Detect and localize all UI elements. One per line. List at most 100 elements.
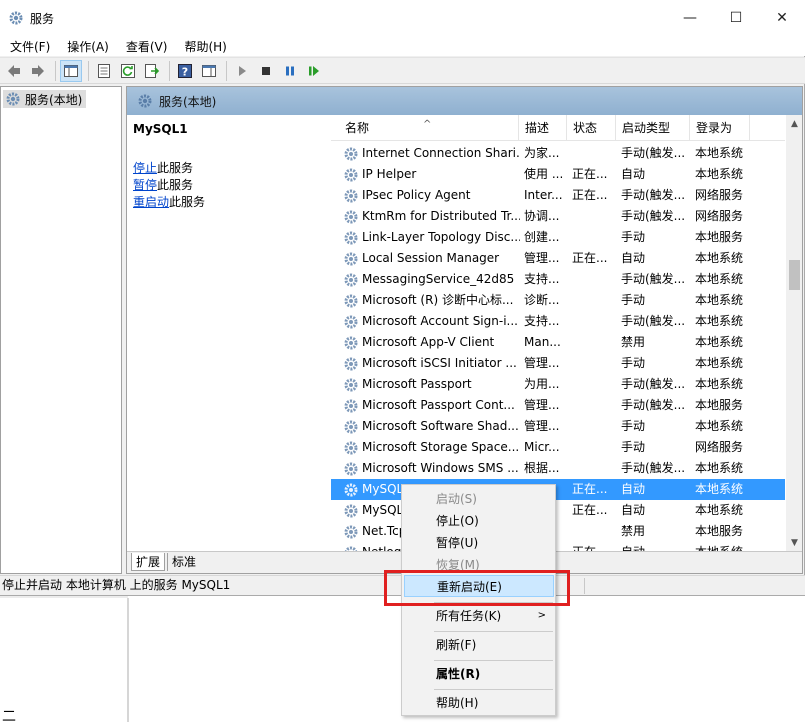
pause-service-link[interactable]: 暂停 <box>133 178 157 192</box>
menu-item-start[interactable]: 启动(S) <box>404 488 554 510</box>
export-list-button[interactable] <box>141 60 163 82</box>
properties-icon <box>98 63 110 78</box>
menu-file[interactable]: 文件(F) <box>0 38 57 55</box>
table-row[interactable]: Netlogon正在...自动本地系统 <box>331 542 785 551</box>
startup-type-cell: 自动 <box>621 482 646 496</box>
service-name-cell: IP Helper <box>362 167 417 181</box>
maximize-button[interactable]: ☐ <box>713 0 759 36</box>
menu-item-pause[interactable]: 暂停(U) <box>404 532 554 554</box>
table-row[interactable]: Net.Tcp 禁用 本地服务 <box>331 521 785 542</box>
menu-help[interactable]: 帮助(H) <box>174 38 233 55</box>
scroll-thumb[interactable] <box>789 260 800 290</box>
logon-cell: 本地系统 <box>695 335 744 349</box>
service-gear-icon <box>344 462 358 476</box>
scroll-down-icon[interactable]: ▼ <box>786 534 802 551</box>
status-cell <box>572 458 616 479</box>
tab-extended[interactable]: 扩展 <box>131 553 166 571</box>
description-cell: 根据... <box>524 461 560 475</box>
table-row[interactable]: IP Helper 使用 ... 正在... 自动 本地系统 <box>331 164 785 185</box>
scroll-up-icon[interactable]: ▲ <box>786 115 802 132</box>
services-pane-title: 服务(本地) <box>159 94 217 109</box>
column-header-logon-as[interactable]: 登录为 <box>690 115 750 141</box>
pause-service-suffix: 此服务 <box>157 178 194 192</box>
tree-item-label: 服务(本地) <box>25 92 83 107</box>
table-row[interactable]: KtmRm for Distributed Tr... 协调... 手动(触发...… <box>331 206 785 227</box>
status-text: 停止并启动 本地计算机 上的服务 MySQL1 <box>2 578 231 592</box>
stop-service-link[interactable]: 停止 <box>133 161 157 175</box>
minimize-button[interactable]: — <box>667 0 713 36</box>
table-row[interactable]: Microsoft Software Shad... 管理... 手动 本地系统 <box>331 416 785 437</box>
service-gear-icon <box>344 252 358 266</box>
show-hide-action-pane-button[interactable] <box>198 60 220 82</box>
description-cell: 使用 ... <box>524 167 564 181</box>
column-header-name[interactable]: 名称 ^ <box>331 115 519 141</box>
status-cell <box>572 206 616 227</box>
status-cell <box>572 353 616 374</box>
show-console-tree-button[interactable] <box>60 59 82 82</box>
services-gear-icon <box>9 11 23 25</box>
svg-text:?: ? <box>182 65 188 78</box>
menu-view[interactable]: 查看(V) <box>116 38 175 55</box>
tab-standard[interactable]: 标准 <box>167 553 200 571</box>
description-cell: 管理... <box>524 356 560 370</box>
vertical-scrollbar[interactable]: ▲ ▼ <box>786 115 802 551</box>
startup-type-cell: 禁用 <box>621 335 646 349</box>
properties-toolbar-button[interactable] <box>93 60 115 82</box>
menu-item-refresh[interactable]: 刷新(F) <box>404 634 554 656</box>
console-tree-icon <box>64 64 78 77</box>
stop-service-button[interactable] <box>255 60 277 82</box>
description-cell: 管理... <box>524 398 560 412</box>
menu-item-all-tasks[interactable]: 所有任务(K) > <box>404 605 554 627</box>
pause-service-button[interactable] <box>279 60 301 82</box>
table-row[interactable]: Microsoft Account Sign-i... 支持... 手动(触发...… <box>331 311 785 332</box>
table-row[interactable]: MySQL1 正在... 自动 本地系统 <box>331 479 785 500</box>
column-header-status[interactable]: 状态 <box>567 115 616 141</box>
status-cell <box>572 311 616 332</box>
tree-item-services-local[interactable]: 服务(本地) <box>3 90 87 108</box>
table-row[interactable]: IPsec Policy Agent Inter... 正在... 手动(触发... 网… <box>331 185 785 206</box>
menu-separator <box>434 631 553 632</box>
menu-item-properties[interactable]: 属性(R) <box>404 663 554 685</box>
service-gear-icon <box>344 525 358 539</box>
table-row[interactable]: Microsoft Windows SMS ... 根据... 手动(触发... 本地… <box>331 458 785 479</box>
forward-button[interactable] <box>27 60 49 82</box>
column-header-description[interactable]: 描述 <box>519 115 567 141</box>
description-cell: 为用... <box>524 377 560 391</box>
table-row[interactable]: Microsoft Passport Cont... 管理... 手动(触发... 本… <box>331 395 785 416</box>
refresh-toolbar-button[interactable] <box>117 60 139 82</box>
close-button[interactable]: ✕ <box>759 0 805 36</box>
service-name-cell: Microsoft Passport Cont... <box>362 398 515 412</box>
menu-item-stop[interactable]: 停止(O) <box>404 510 554 532</box>
status-cell <box>572 269 616 290</box>
service-name-cell: IPsec Policy Agent <box>362 188 471 202</box>
status-cell: 正在... <box>572 482 608 496</box>
table-row[interactable]: Microsoft (R) 诊断中心标... 诊断... 手动 本地系统 <box>331 290 785 311</box>
help-toolbar-button[interactable]: ? <box>174 60 196 82</box>
table-row[interactable]: Link-Layer Topology Disc... 创建... 手动 本地服务 <box>331 227 785 248</box>
back-button[interactable] <box>3 60 25 82</box>
startup-type-cell: 手动(触发... <box>621 272 686 286</box>
column-header-startup-type[interactable]: 启动类型 <box>616 115 690 141</box>
restart-icon <box>309 65 319 76</box>
restart-service-link[interactable]: 重启动 <box>133 195 169 209</box>
table-row[interactable]: Microsoft iSCSI Initiator ... 管理... 手动 本地系统 <box>331 353 785 374</box>
service-gear-icon <box>344 357 358 371</box>
table-row[interactable]: Local Session Manager 管理... 正在... 自动 本地系统 <box>331 248 785 269</box>
table-row[interactable]: Microsoft App-V Client Man... 禁用 本地系统 <box>331 332 785 353</box>
table-row[interactable]: Microsoft Storage Space... Micr... 手动 网络服务 <box>331 437 785 458</box>
menu-item-help[interactable]: 帮助(H) <box>404 692 554 714</box>
service-gear-icon <box>344 147 358 161</box>
table-row[interactable]: MessagingService_42d85 支持... 手动(触发... 本地系统 <box>331 269 785 290</box>
service-gear-icon <box>344 273 358 287</box>
title-bar[interactable]: 服务 — ☐ ✕ <box>0 0 805 36</box>
restart-service-button[interactable] <box>303 60 325 82</box>
service-detail-panel: MySQL1 停止此服务 暂停此服务 重启动此服务 <box>127 115 331 551</box>
table-row[interactable]: Microsoft Passport 为用... 手动(触发... 本地系统 <box>331 374 785 395</box>
table-row[interactable]: Internet Connection Shari... 为家... 手动(触发..… <box>331 143 785 164</box>
menu-action[interactable]: 操作(A) <box>57 38 116 55</box>
table-row[interactable]: MySQL 正在... 自动 本地系统 <box>331 500 785 521</box>
start-service-button[interactable] <box>231 60 253 82</box>
menu-bar: 文件(F) 操作(A) 查看(V) 帮助(H) <box>0 36 805 56</box>
startup-type-cell: 手动 <box>621 356 646 370</box>
startup-type-cell: 手动(触发... <box>621 188 686 202</box>
